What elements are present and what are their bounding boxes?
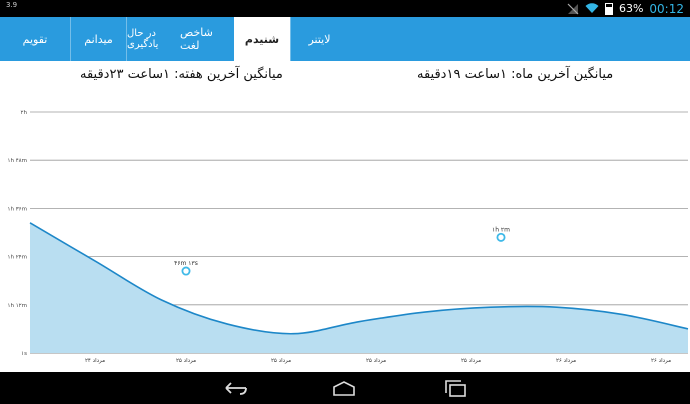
x-axis-label: ۲۶ مرداد: [651, 358, 671, 364]
x-axis-label: ۲۵ مرداد: [176, 358, 196, 364]
battery-percent: 63%: [618, 2, 644, 15]
recent-apps-icon[interactable]: [442, 379, 468, 397]
x-axis-label: ۲۵ مرداد: [271, 358, 291, 364]
x-axis-label: ۲۵ مرداد: [366, 358, 386, 364]
tab-bar: تقویم میدانم در حال یادگیری شاخص لغت شنی…: [0, 17, 690, 61]
tab-known[interactable]: میدانم: [70, 17, 126, 61]
wifi-icon: [585, 3, 599, 14]
x-axis-label: ۲۵ مرداد: [461, 358, 481, 364]
x-axis-label: ۲۶ مرداد: [556, 358, 576, 364]
highlight-point-label: ۴۶m ۱۳s: [174, 260, 198, 267]
navigation-bar: [0, 372, 690, 404]
time-chart: ۲h ۱h ۴۸m ۱h ۳۶m ۱h ۲۴m ۱h ۱۲m ۱s ۴۶m ۱۳s ۱h ۲…: [8, 110, 689, 364]
tab-learning[interactable]: در حال یادگیری: [126, 17, 180, 61]
x-axis-label: ۲۴ مرداد: [85, 358, 105, 364]
y-tick-label: ۱h ۱۲m: [8, 303, 27, 309]
highlight-point-label: ۱h ۲m: [492, 226, 510, 233]
y-tick-label: ۱h ۲۴m: [8, 255, 27, 261]
tab-calendar[interactable]: تقویم: [0, 17, 70, 61]
tab-heard[interactable]: شنیدم: [234, 17, 290, 61]
y-tick-label: ۱h ۳۶m: [8, 206, 27, 212]
highlight-point: [181, 266, 191, 276]
tab-word-index[interactable]: شاخص لغت: [180, 17, 234, 61]
clock: 00:12: [649, 1, 684, 16]
y-tick-label: ۲h: [21, 110, 28, 116]
status-icons: 63% 00:12: [567, 1, 684, 16]
chart-area: [30, 222, 688, 353]
y-tick-label: ۱h ۴۸m: [8, 158, 27, 164]
home-icon[interactable]: [331, 379, 357, 397]
y-tick-label: ۱s: [21, 351, 27, 357]
status-bar: 3.9 63% 00:12: [0, 0, 690, 17]
highlight-point: [496, 232, 506, 242]
status-left-text: 3.9: [6, 1, 18, 9]
back-icon[interactable]: [222, 379, 248, 397]
tab-leitner[interactable]: لایتنر: [290, 17, 348, 61]
battery-icon: [604, 2, 613, 15]
no-signal-icon: [567, 3, 579, 14]
